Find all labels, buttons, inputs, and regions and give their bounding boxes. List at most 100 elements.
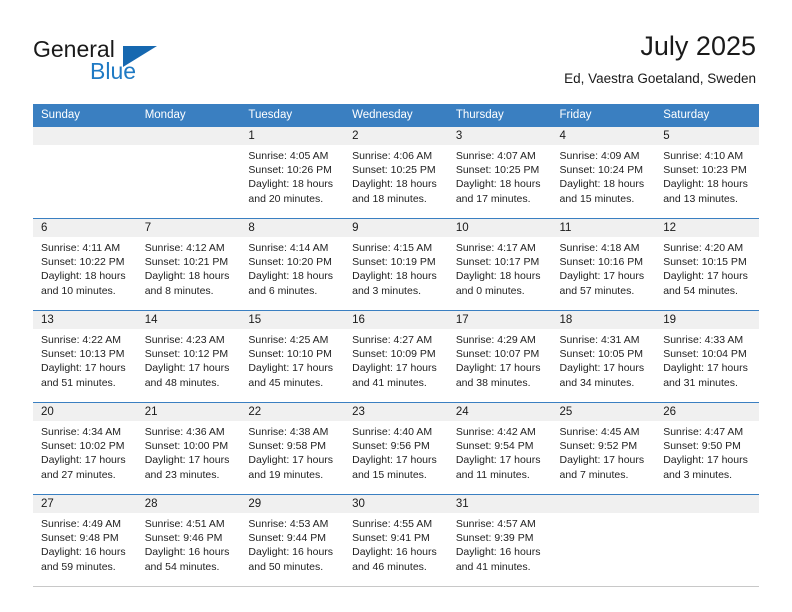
day-sun-info: Sunrise: 4:17 AM Sunset: 10:17 PM Daylight… bbox=[448, 237, 552, 298]
day-sun-info bbox=[655, 513, 759, 517]
calendar-day-cell[interactable]: 8 Sunrise: 4:14 AM Sunset: 10:20 PM Dayligh… bbox=[240, 218, 345, 311]
daylight-text-line1: Daylight: 18 hours bbox=[455, 178, 541, 191]
daylight-text-line1: Daylight: 17 hours bbox=[41, 362, 126, 375]
day-number: 17 bbox=[447, 311, 552, 329]
sunrise-text: Sunrise: 4:25 AM bbox=[248, 334, 329, 346]
day-number: 21 bbox=[136, 403, 241, 421]
day-cell-empty bbox=[33, 127, 137, 218]
calendar-day-cell[interactable]: 21 Sunrise: 4:36 AM Sunset: 10:00 PM Daylig… bbox=[136, 402, 241, 495]
sunrise-text: Sunrise: 4:40 AM bbox=[352, 426, 433, 438]
sunset-text: Sunset: 9:52 PM bbox=[559, 440, 638, 453]
sunset-text: Sunset: 10:12 PM bbox=[144, 348, 229, 361]
daylight-text-line2: and 18 minutes. bbox=[352, 192, 427, 205]
weekday-header-friday: Friday bbox=[551, 104, 656, 127]
day-number: 5 bbox=[655, 127, 759, 145]
calendar-day-cell[interactable]: 31 Sunrise: 4:57 AM Sunset: 9:39 PM Dayligh… bbox=[447, 494, 552, 587]
day-number: 6 bbox=[33, 219, 137, 237]
daylight-text-line2: and 11 minutes. bbox=[455, 468, 530, 481]
calendar-day-cell[interactable]: 24 Sunrise: 4:42 AM Sunset: 9:54 PM Dayligh… bbox=[447, 402, 552, 495]
title-block: July 2025 Ed, Vaestra Goetaland, Sweden bbox=[564, 30, 756, 88]
sunrise-text: Sunrise: 4:18 AM bbox=[559, 242, 640, 254]
sunset-text: Sunset: 9:56 PM bbox=[352, 440, 430, 453]
day-cell-content: 4 Sunrise: 4:09 AM Sunset: 10:24 PM Dayligh… bbox=[551, 127, 656, 218]
sunset-text: Sunset: 9:50 PM bbox=[663, 440, 741, 453]
sunset-text: Sunset: 9:58 PM bbox=[248, 440, 327, 453]
sunrise-text: Sunrise: 4:49 AM bbox=[41, 518, 121, 530]
calendar-day-cell[interactable]: 26 Sunrise: 4:47 AM Sunset: 9:50 PM Dayligh… bbox=[655, 402, 759, 495]
calendar-day-cell[interactable]: 20 Sunrise: 4:34 AM Sunset: 10:02 PM Daylig… bbox=[33, 402, 137, 495]
calendar-day-cell[interactable]: 19 Sunrise: 4:33 AM Sunset: 10:04 PM Daylig… bbox=[655, 310, 759, 403]
calendar-day-cell[interactable]: 17 Sunrise: 4:29 AM Sunset: 10:07 PM Daylig… bbox=[447, 310, 552, 403]
sunrise-text: Sunrise: 4:45 AM bbox=[559, 426, 640, 438]
calendar-day-cell[interactable]: 14 Sunrise: 4:23 AM Sunset: 10:12 PM Daylig… bbox=[136, 310, 241, 403]
calendar-day-cell[interactable]: 3 Sunrise: 4:07 AM Sunset: 10:25 PM Dayligh… bbox=[447, 126, 552, 219]
sunrise-text: Sunrise: 4:09 AM bbox=[559, 150, 640, 162]
day-sun-info: Sunrise: 4:09 AM Sunset: 10:24 PM Daylight… bbox=[552, 145, 656, 206]
day-number bbox=[136, 127, 241, 145]
day-sun-info bbox=[33, 145, 137, 149]
sunset-text: Sunset: 10:00 PM bbox=[144, 440, 229, 453]
day-cell-content: 16 Sunrise: 4:27 AM Sunset: 10:09 PM Daylig… bbox=[344, 311, 448, 402]
sunrise-text: Sunrise: 4:05 AM bbox=[248, 150, 329, 162]
day-number bbox=[655, 495, 759, 513]
daylight-text-line1: Daylight: 17 hours bbox=[352, 454, 437, 467]
calendar-day-cell[interactable] bbox=[551, 494, 656, 587]
day-sun-info bbox=[137, 145, 241, 149]
calendar-day-cell[interactable]: 12 Sunrise: 4:20 AM Sunset: 10:15 PM Daylig… bbox=[655, 218, 759, 311]
calendar-day-cell[interactable]: 15 Sunrise: 4:25 AM Sunset: 10:10 PM Daylig… bbox=[240, 310, 345, 403]
day-sun-info: Sunrise: 4:05 AM Sunset: 10:26 PM Daylight… bbox=[240, 145, 344, 206]
calendar-day-cell[interactable]: 1 Sunrise: 4:05 AM Sunset: 10:26 PM Dayligh… bbox=[240, 126, 345, 219]
weekday-header-tuesday: Tuesday bbox=[240, 104, 345, 127]
calendar-day-cell[interactable] bbox=[33, 126, 137, 219]
calendar-day-cell[interactable]: 5 Sunrise: 4:10 AM Sunset: 10:23 PM Dayligh… bbox=[655, 126, 759, 219]
sunrise-text: Sunrise: 4:14 AM bbox=[248, 242, 329, 254]
day-number: 16 bbox=[344, 311, 448, 329]
calendar-day-cell[interactable]: 25 Sunrise: 4:45 AM Sunset: 9:52 PM Dayligh… bbox=[551, 402, 656, 495]
calendar-day-cell[interactable] bbox=[136, 126, 241, 219]
day-cell-content: 20 Sunrise: 4:34 AM Sunset: 10:02 PM Daylig… bbox=[33, 403, 137, 494]
calendar-day-cell[interactable]: 2 Sunrise: 4:06 AM Sunset: 10:25 PM Dayligh… bbox=[344, 126, 448, 219]
daylight-text-line2: and 15 minutes. bbox=[352, 468, 427, 481]
sunrise-text: Sunrise: 4:23 AM bbox=[144, 334, 225, 346]
daylight-text-line2: and 45 minutes. bbox=[248, 376, 324, 389]
calendar-day-cell[interactable]: 7 Sunrise: 4:12 AM Sunset: 10:21 PM Dayligh… bbox=[136, 218, 241, 311]
day-cell-content: 29 Sunrise: 4:53 AM Sunset: 9:44 PM Dayligh… bbox=[240, 495, 345, 586]
sunrise-text: Sunrise: 4:29 AM bbox=[455, 334, 536, 346]
sunset-text: Sunset: 10:26 PM bbox=[248, 164, 332, 177]
day-cell-content: 5 Sunrise: 4:10 AM Sunset: 10:23 PM Dayligh… bbox=[655, 127, 759, 218]
calendar-day-cell[interactable]: 16 Sunrise: 4:27 AM Sunset: 10:09 PM Daylig… bbox=[344, 310, 448, 403]
day-sun-info: Sunrise: 4:12 AM Sunset: 10:21 PM Daylight… bbox=[137, 237, 241, 298]
calendar-day-cell[interactable]: 28 Sunrise: 4:51 AM Sunset: 9:46 PM Dayligh… bbox=[136, 494, 241, 587]
sunset-text: Sunset: 9:41 PM bbox=[352, 532, 430, 545]
calendar-week-row: 20 Sunrise: 4:34 AM Sunset: 10:02 PM Daylig… bbox=[33, 402, 759, 495]
daylight-text-line1: Daylight: 17 hours bbox=[248, 454, 334, 467]
calendar-day-cell[interactable]: 23 Sunrise: 4:40 AM Sunset: 9:56 PM Dayligh… bbox=[344, 402, 448, 495]
day-sun-info: Sunrise: 4:49 AM Sunset: 9:48 PM Daylight:… bbox=[33, 513, 137, 574]
sunrise-text: Sunrise: 4:34 AM bbox=[41, 426, 121, 438]
calendar-day-cell[interactable]: 4 Sunrise: 4:09 AM Sunset: 10:24 PM Dayligh… bbox=[551, 126, 656, 219]
calendar-day-cell[interactable]: 9 Sunrise: 4:15 AM Sunset: 10:19 PM Dayligh… bbox=[344, 218, 448, 311]
daylight-text-line1: Daylight: 17 hours bbox=[352, 362, 437, 375]
calendar-day-cell[interactable]: 18 Sunrise: 4:31 AM Sunset: 10:05 PM Daylig… bbox=[551, 310, 656, 403]
weekday-header-monday: Monday bbox=[136, 104, 241, 127]
calendar-day-cell[interactable]: 27 Sunrise: 4:49 AM Sunset: 9:48 PM Dayligh… bbox=[33, 494, 137, 587]
calendar-day-cell[interactable]: 13 Sunrise: 4:22 AM Sunset: 10:13 PM Daylig… bbox=[33, 310, 137, 403]
day-number: 18 bbox=[551, 311, 656, 329]
daylight-text-line1: Daylight: 17 hours bbox=[559, 454, 645, 467]
daylight-text-line1: Daylight: 16 hours bbox=[248, 546, 334, 559]
sunrise-text: Sunrise: 4:36 AM bbox=[144, 426, 225, 438]
daylight-text-line2: and 0 minutes. bbox=[455, 284, 525, 297]
calendar-day-cell[interactable]: 29 Sunrise: 4:53 AM Sunset: 9:44 PM Dayligh… bbox=[240, 494, 345, 587]
day-cell-content: 23 Sunrise: 4:40 AM Sunset: 9:56 PM Dayligh… bbox=[344, 403, 448, 494]
day-sun-info: Sunrise: 4:15 AM Sunset: 10:19 PM Daylight… bbox=[344, 237, 448, 298]
calendar-day-cell[interactable]: 6 Sunrise: 4:11 AM Sunset: 10:22 PM Dayligh… bbox=[33, 218, 137, 311]
calendar-day-cell[interactable]: 30 Sunrise: 4:55 AM Sunset: 9:41 PM Dayligh… bbox=[344, 494, 448, 587]
day-sun-info: Sunrise: 4:10 AM Sunset: 10:23 PM Daylight… bbox=[655, 145, 759, 206]
sunset-text: Sunset: 10:15 PM bbox=[663, 256, 747, 269]
calendar-day-cell[interactable]: 22 Sunrise: 4:38 AM Sunset: 9:58 PM Dayligh… bbox=[240, 402, 345, 495]
calendar-day-cell[interactable]: 11 Sunrise: 4:18 AM Sunset: 10:16 PM Daylig… bbox=[551, 218, 656, 311]
calendar-day-cell[interactable]: 10 Sunrise: 4:17 AM Sunset: 10:17 PM Daylig… bbox=[447, 218, 552, 311]
daylight-text-line1: Daylight: 17 hours bbox=[663, 362, 748, 375]
brand-logo[interactable]: General Blue bbox=[33, 36, 223, 90]
calendar-day-cell[interactable] bbox=[655, 494, 759, 587]
